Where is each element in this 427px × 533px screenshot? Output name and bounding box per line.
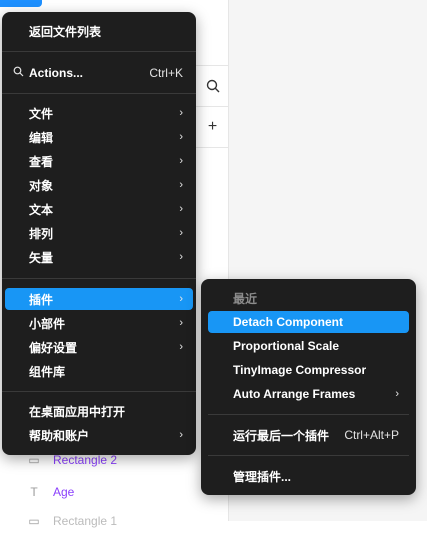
menu-item-label: 在桌面应用中打开 [29, 404, 126, 419]
menu-item-label: 文本 [29, 202, 54, 217]
search-icon [206, 79, 219, 93]
run-last-plugin[interactable]: 运行最后一个插件 Ctrl+Alt+P [208, 424, 409, 446]
menu-item-label: 对象 [29, 178, 54, 193]
chevron-right-icon: › [179, 317, 183, 329]
layer-label: Rectangle 2 [53, 453, 118, 467]
menu-item-label: 编辑 [29, 130, 54, 145]
menu-item-label: Auto Arrange Frames [233, 387, 356, 401]
shortcut-label: Ctrl+Alt+P [344, 428, 399, 442]
chevron-right-icon: › [179, 227, 183, 239]
menu-item-open-in-desktop[interactable]: 在桌面应用中打开 [5, 400, 193, 422]
menu-item-vector[interactable]: 矢量 › [5, 246, 193, 268]
menu-item-label: 运行最后一个插件 [233, 428, 330, 443]
add-button[interactable]: + [196, 107, 229, 148]
shortcut-label: Ctrl+K [149, 66, 183, 80]
chevron-right-icon: › [179, 179, 183, 191]
chevron-right-icon: › [179, 107, 183, 119]
menu-item-label: Detach Component [233, 315, 344, 329]
menu-item-view[interactable]: 查看 › [5, 150, 193, 172]
menu-divider [2, 51, 196, 52]
menu-item-actions[interactable]: Actions... Ctrl+K [5, 62, 193, 84]
search-icon [13, 66, 24, 80]
chevron-right-icon: › [179, 203, 183, 215]
menu-item-libraries[interactable]: 组件库 [5, 360, 193, 382]
chevron-right-icon: › [179, 429, 183, 441]
plugin-item-proportional-scale[interactable]: Proportional Scale [208, 335, 409, 357]
menu-item-label: 插件 [29, 292, 54, 307]
menu-divider [208, 455, 409, 456]
menu-item-label: 返回文件列表 [29, 24, 102, 39]
menu-item-label: 偏好设置 [29, 340, 78, 355]
menu-divider [2, 278, 196, 279]
rectangle-icon: ▭ [28, 453, 40, 467]
layer-label: Rectangle 1 [53, 514, 118, 528]
menu-item-label: Actions... [29, 66, 84, 80]
menu-item-help-account[interactable]: 帮助和账户 › [5, 424, 193, 446]
chevron-right-icon: › [179, 155, 183, 167]
chevron-right-icon: › [179, 251, 183, 263]
main-menu: 返回文件列表 Actions... Ctrl+K 文件 › 编辑 › 查看 › … [2, 12, 196, 455]
menu-item-label: TinyImage Compressor [233, 363, 367, 377]
chevron-right-icon: › [179, 341, 183, 353]
menu-item-label: 矢量 [29, 250, 54, 265]
menu-item-widgets[interactable]: 小部件 › [5, 312, 193, 334]
menu-item-file[interactable]: 文件 › [5, 102, 193, 124]
plugins-submenu: 最近 Detach Component Proportional Scale T… [201, 279, 416, 495]
layer-item[interactable]: ▭ Rectangle 1 [28, 509, 117, 533]
search-button[interactable] [196, 66, 229, 107]
plugin-item-auto-arrange-frames[interactable]: Auto Arrange Frames › [208, 383, 409, 405]
selected-tab-indicator [0, 0, 42, 7]
menu-item-label: 查看 [29, 154, 54, 169]
menu-item-label: 小部件 [29, 316, 66, 331]
menu-item-plugins[interactable]: 插件 › [5, 288, 193, 310]
menu-item-preferences[interactable]: 偏好设置 › [5, 336, 193, 358]
layer-item[interactable]: T Age [28, 480, 74, 504]
plus-icon: + [207, 118, 218, 135]
menu-item-label: Proportional Scale [233, 339, 340, 353]
chevron-right-icon: › [179, 293, 183, 305]
plugin-item-tinyimage-compressor[interactable]: TinyImage Compressor [208, 359, 409, 381]
chevron-right-icon: › [179, 131, 183, 143]
plugin-item-detach-component[interactable]: Detach Component [208, 311, 409, 333]
menu-divider [2, 93, 196, 94]
layer-label: Age [53, 485, 75, 499]
menu-item-label: 文件 [29, 106, 54, 121]
menu-item-object[interactable]: 对象 › [5, 174, 193, 196]
recent-header: 最近 [233, 292, 258, 306]
menu-item-back-to-files[interactable]: 返回文件列表 [5, 20, 193, 42]
menu-item-text[interactable]: 文本 › [5, 198, 193, 220]
menu-item-edit[interactable]: 编辑 › [5, 126, 193, 148]
manage-plugins[interactable]: 管理插件... [208, 465, 409, 487]
rectangle-icon: ▭ [28, 514, 40, 528]
menu-item-label: 管理插件... [233, 469, 292, 484]
menu-item-label: 排列 [29, 226, 54, 241]
menu-item-label: 组件库 [29, 364, 66, 379]
text-icon: T [30, 485, 38, 499]
menu-item-label: 帮助和账户 [29, 428, 90, 443]
menu-item-arrange[interactable]: 排列 › [5, 222, 193, 244]
chevron-right-icon: › [395, 388, 399, 400]
menu-divider [2, 391, 196, 392]
tool-strip: + [196, 65, 229, 148]
menu-divider [208, 414, 409, 415]
